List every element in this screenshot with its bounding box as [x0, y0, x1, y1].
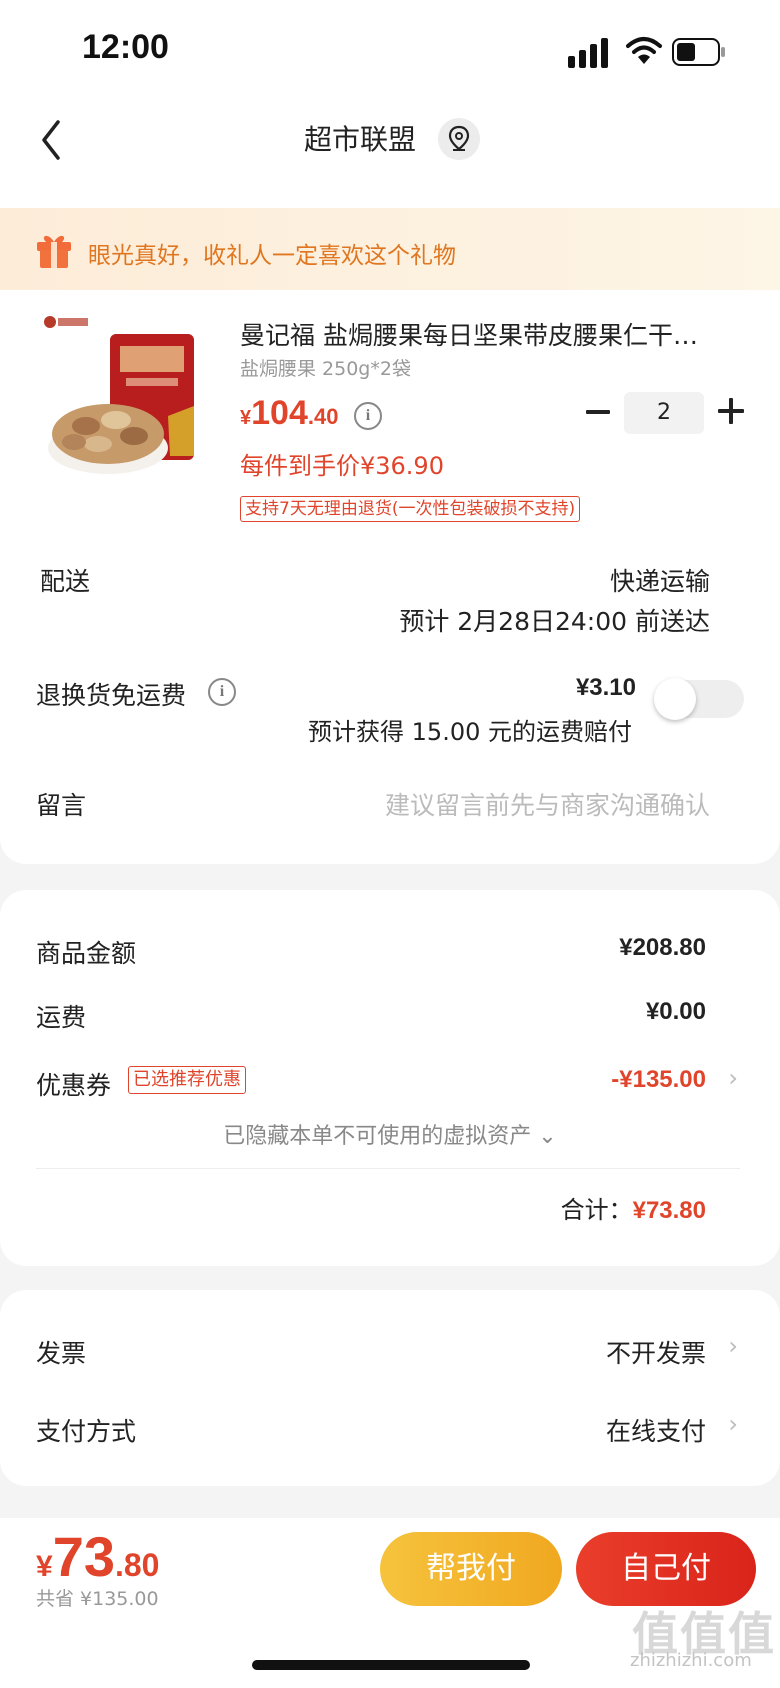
total-value: ¥73.80 — [632, 1197, 706, 1224]
price-integer: 104 — [251, 394, 308, 432]
payment-chevron-right-icon[interactable]: › — [728, 1410, 738, 1438]
chevron-down-icon: ⌄ — [538, 1124, 557, 1149]
watermark-url: zhizhizhi.com — [630, 1650, 752, 1671]
return-shipping-label: 退换货免运费 — [36, 681, 187, 710]
total-row: 合计：¥73.80 — [561, 1190, 706, 1225]
coupon-chevron-right-icon[interactable]: › — [728, 1064, 738, 1092]
delivery-eta: 预计 2月28日24:00 前送达 — [399, 607, 710, 636]
shipping-fee-label: 运费 — [36, 1003, 87, 1032]
goods-amount-value: ¥208.80 — [619, 934, 706, 961]
product-image[interactable] — [38, 316, 206, 494]
total-label: 合计： — [560, 1196, 633, 1224]
coupon-value[interactable]: -¥135.00 — [611, 1066, 706, 1094]
product-spec[interactable]: 盐焗腰果 250g*2袋 — [240, 354, 411, 381]
quantity-value[interactable]: 2 — [624, 392, 704, 434]
bottom-saved: 共省 ¥135.00 — [36, 1588, 159, 1610]
unit-price: 每件到手价¥36.90 — [240, 452, 444, 480]
battery-icon — [672, 38, 725, 66]
goods-amount-label: 商品金额 — [36, 939, 137, 968]
delivery-label: 配送 — [40, 567, 91, 596]
delivery-method[interactable]: 快递运输 — [610, 562, 710, 598]
bottom-price-integer: 73 — [52, 1525, 115, 1588]
location-icon[interactable] — [438, 118, 480, 160]
gift-icon — [37, 235, 71, 268]
product-price: ¥104.40 — [240, 394, 338, 433]
invoice-chevron-right-icon[interactable]: › — [728, 1332, 738, 1360]
summary-divider — [36, 1168, 740, 1169]
bottom-price-decimal: .80 — [114, 1547, 160, 1583]
product-title[interactable]: 曼记福 盐焗腰果每日坚果带皮腰果仁干… — [240, 316, 730, 352]
signal-icon — [568, 38, 608, 68]
return-shipping-desc: 预计获得 15.00 元的运费赔付 — [308, 718, 632, 746]
message-input[interactable]: 建议留言前先与商家沟通确认 — [385, 786, 710, 822]
hidden-assets-toggle[interactable]: 已隐藏本单不可使用的虚拟资产 ⌄ — [0, 1118, 780, 1150]
wifi-icon — [626, 37, 662, 64]
invoice-label[interactable]: 发票 — [36, 1334, 86, 1370]
price-currency: ¥ — [240, 407, 252, 429]
return-policy-tag: 支持7天无理由退货(一次性包装破损不支持) — [240, 496, 581, 522]
help-pay-button[interactable]: 帮我付 — [380, 1532, 562, 1606]
invoice-value[interactable]: 不开发票 — [606, 1334, 706, 1370]
status-time: 12:00 — [82, 28, 169, 66]
toggle-knob[interactable] — [654, 678, 696, 720]
page-title: 超市联盟 — [303, 123, 416, 156]
return-info-icon[interactable]: i — [208, 678, 236, 706]
hidden-assets-text: 已隐藏本单不可使用的虚拟资产 — [223, 1124, 532, 1149]
price-decimal: .40 — [307, 404, 339, 429]
coupon-tag[interactable]: 已选推荐优惠 — [128, 1066, 246, 1094]
home-indicator[interactable] — [252, 1660, 530, 1670]
quantity-minus-button[interactable] — [584, 398, 612, 426]
self-pay-button[interactable]: 自己付 — [576, 1532, 756, 1606]
coupon-label[interactable]: 优惠券 — [36, 1066, 111, 1102]
gift-banner-text: 眼光真好，收礼人一定喜欢这个礼物 — [88, 243, 456, 269]
return-shipping-price: ¥3.10 — [575, 674, 636, 701]
bottom-total-price: ¥73.80 — [36, 1524, 159, 1589]
price-info-icon[interactable]: i — [354, 402, 382, 430]
quantity-plus-button[interactable] — [716, 396, 746, 426]
bottom-currency: ¥ — [36, 1550, 53, 1583]
payment-method-value[interactable]: 在线支付 — [606, 1412, 706, 1448]
shipping-fee-value: ¥0.00 — [645, 998, 706, 1025]
invoice-card — [0, 1290, 780, 1486]
message-label: 留言 — [36, 791, 87, 820]
payment-method-label[interactable]: 支付方式 — [36, 1412, 136, 1448]
